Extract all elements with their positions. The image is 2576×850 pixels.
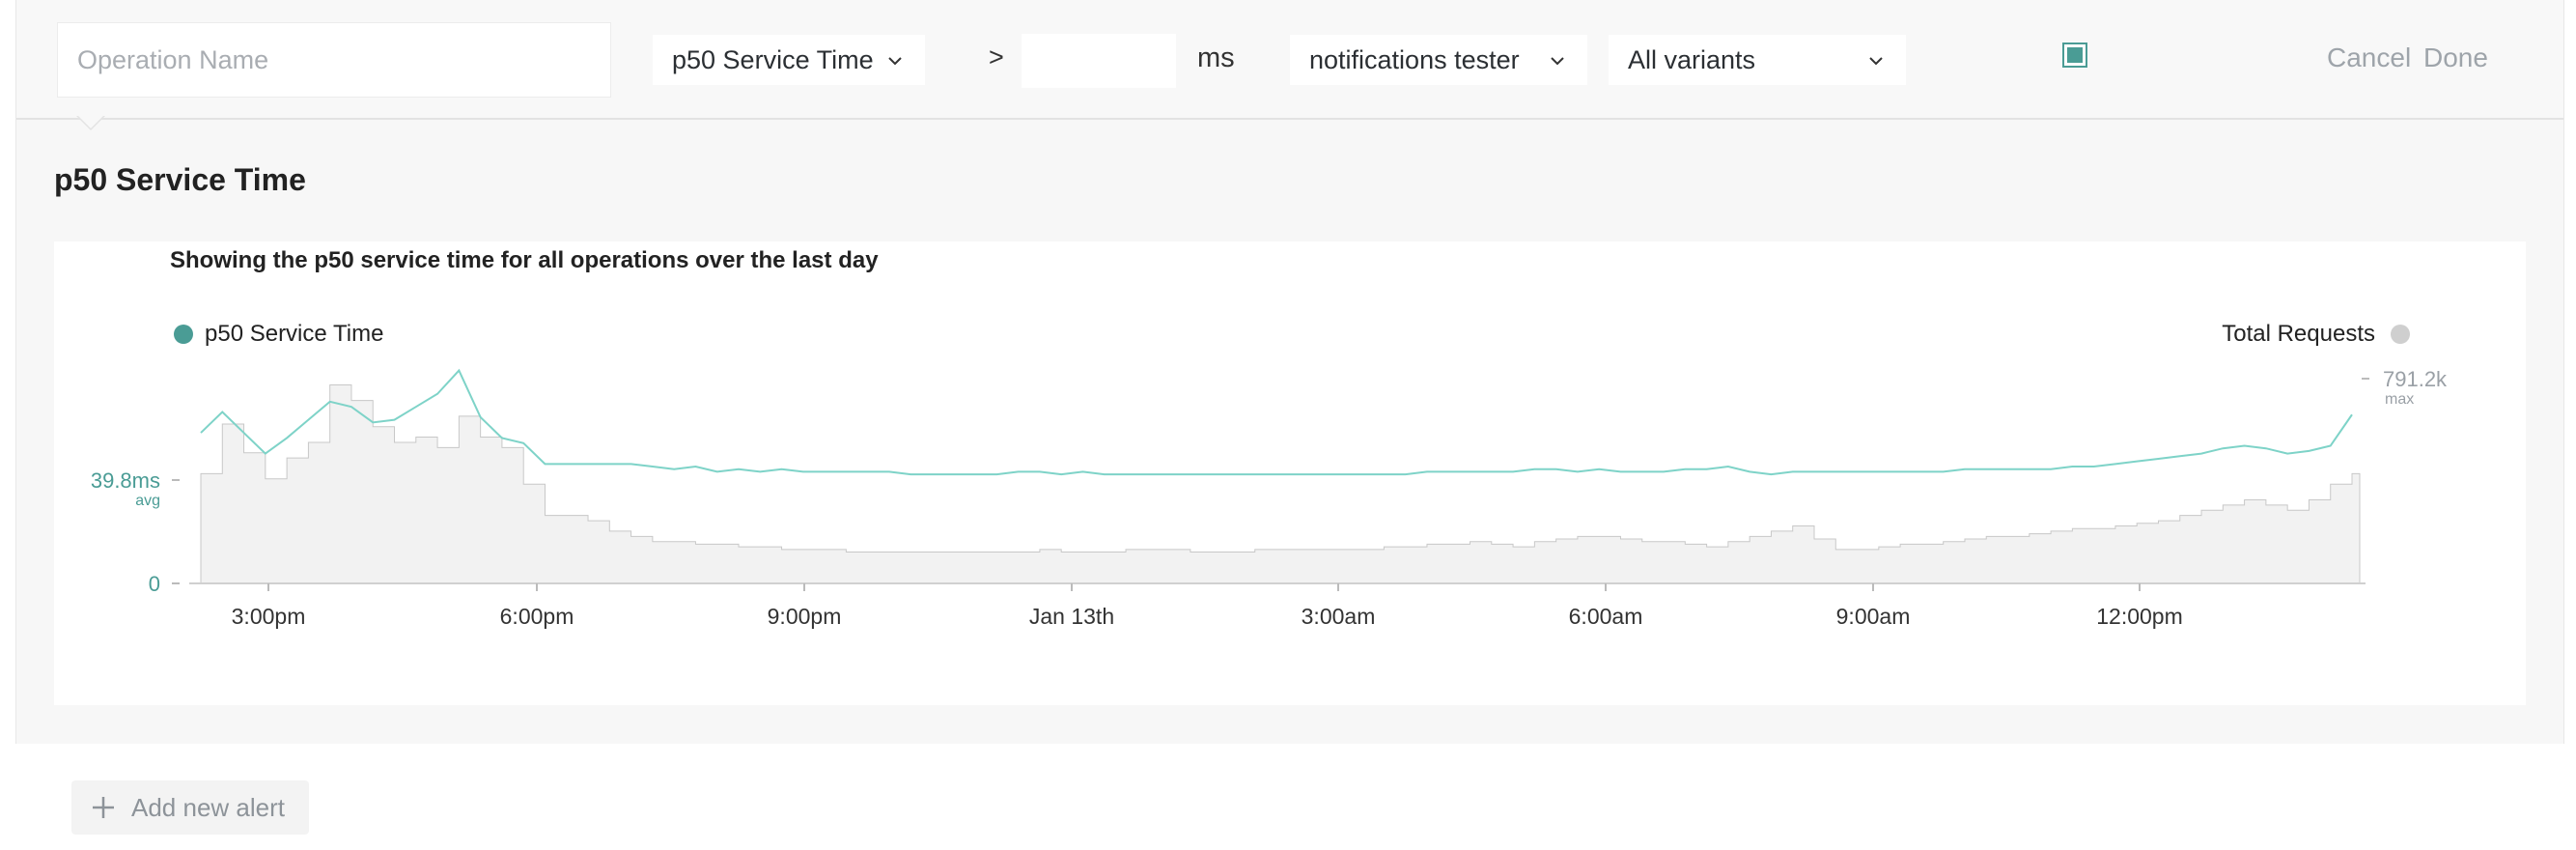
latency-chart: 39.8msavg 0 791.2kmax 3:00pm 6:00pm 9:00pm Jan…	[91, 367, 2448, 629]
x-tick-label: 3:00am	[1302, 604, 1376, 629]
add-new-alert-label: Add new alert	[131, 792, 285, 822]
legend-latency-label: p50 Service Time	[205, 321, 384, 347]
legend-requests: Total Requests	[2222, 321, 2410, 348]
variants-dropdown-value: All variants	[1628, 44, 1756, 74]
cancel-button[interactable]: Cancel	[2327, 42, 2411, 73]
x-tick-label: 9:00pm	[768, 604, 842, 629]
chevron-down-icon	[1869, 57, 1883, 66]
section-title: p50 Service Time	[54, 162, 306, 197]
threshold-unit: ms	[1197, 42, 1235, 73]
y-right-label-max-value: 791.2k	[2383, 367, 2448, 391]
operation-name-input[interactable]	[57, 22, 611, 98]
chart-subtitle: Showing the p50 service time for all ope…	[170, 247, 879, 273]
metric-dropdown[interactable]: p50 Service Time	[653, 35, 925, 85]
legend-latency-swatch	[174, 325, 193, 344]
x-tick-label: 6:00pm	[500, 604, 574, 629]
x-tick-label: 9:00am	[1836, 604, 1911, 629]
y-label-zero: 0	[149, 572, 160, 596]
x-tick-label: 3:00pm	[232, 604, 306, 629]
checkbox-checked-mark	[2067, 47, 2083, 63]
add-new-alert-button[interactable]: Add new alert	[71, 780, 309, 835]
plus-icon	[93, 797, 114, 818]
y-right-label-max-caption: max	[2385, 391, 2414, 408]
legend-latency: p50 Service Time	[174, 321, 383, 348]
chevron-down-icon	[1551, 57, 1564, 66]
threshold-input[interactable]	[1022, 34, 1176, 88]
chevron-down-icon	[888, 57, 902, 66]
chart-card: 39.8ms avg 0 791.2k max 3:00pm 6:00pm 9:00pm Jan…	[54, 241, 2526, 705]
notification-dropdown[interactable]: notifications tester	[1290, 35, 1587, 85]
legend-requests-swatch	[2391, 325, 2410, 344]
x-tick-label: 12:00pm	[2096, 604, 2183, 629]
y-label-avg-value: 39.8ms	[91, 468, 160, 493]
legend-requests-label: Total Requests	[2222, 321, 2375, 347]
x-tick-label: Jan 13th	[1029, 604, 1114, 629]
x-tick-label: 6:00am	[1569, 604, 1643, 629]
notification-dropdown-value: notifications tester	[1309, 44, 1520, 74]
requests-series-area	[200, 383, 2361, 584]
done-button[interactable]: Done	[2423, 42, 2488, 73]
comparator-label: >	[989, 42, 1004, 71]
variants-dropdown[interactable]: All variants	[1609, 35, 1906, 85]
enable-checkbox[interactable]	[2062, 42, 2087, 68]
metric-dropdown-value: p50 Service Time	[672, 44, 874, 74]
y-label-avg-caption: avg	[135, 493, 160, 509]
